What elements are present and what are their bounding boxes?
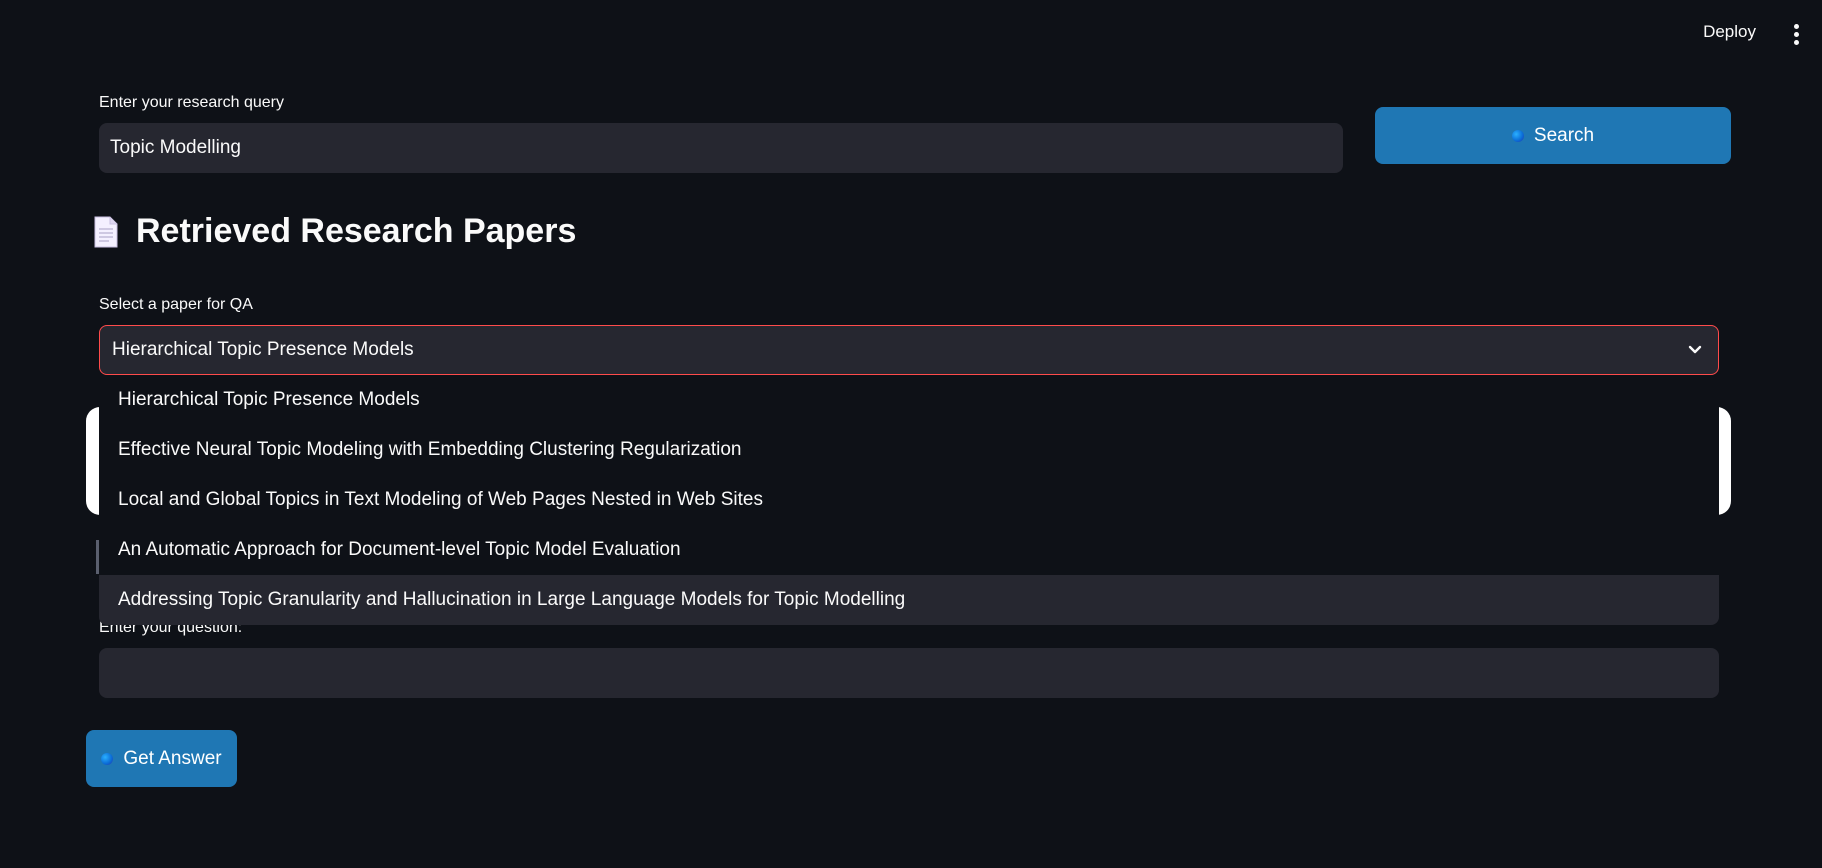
dropdown-option[interactable]: Addressing Topic Granularity and Halluci… [99, 575, 1719, 625]
magnifier-icon [101, 752, 114, 765]
deploy-button[interactable]: Deploy [1703, 22, 1756, 42]
page-facing-up-icon [94, 216, 118, 247]
search-button-label: Search [1533, 124, 1595, 146]
dropdown-option[interactable]: Local and Global Topics in Text Modeling… [99, 475, 1719, 525]
query-label: Enter your research query [99, 94, 284, 111]
dropdown-option[interactable]: Effective Neural Topic Modeling with Emb… [99, 425, 1719, 475]
query-input[interactable]: Topic Modelling [99, 123, 1343, 173]
dropdown-option[interactable]: Hierarchical Topic Presence Models [99, 375, 1719, 425]
question-input[interactable] [99, 648, 1719, 698]
paper-select-label: Select a paper for QA [99, 296, 253, 313]
page-title: Retrieved Research Papers [136, 212, 577, 250]
dropdown-option[interactable]: An Automatic Approach for Document-level… [99, 525, 1719, 575]
app-toolbar: Deploy [0, 0, 1822, 70]
get-answer-button[interactable]: Get Answer [86, 730, 237, 787]
paper-select[interactable]: Hierarchical Topic Presence Models [99, 325, 1719, 375]
results-heading: Retrieved Research Papers [94, 212, 576, 251]
search-button[interactable]: Search [1375, 107, 1731, 164]
paper-select-dropdown: Hierarchical Topic Presence Models Effec… [99, 375, 1719, 625]
chevron-down-icon [1688, 345, 1702, 354]
main-menu-icon[interactable] [1794, 24, 1800, 46]
paper-select-value: Hierarchical Topic Presence Models [112, 339, 414, 360]
search-spinner-icon [1511, 129, 1524, 142]
get-answer-label: Get Answer [123, 747, 222, 769]
